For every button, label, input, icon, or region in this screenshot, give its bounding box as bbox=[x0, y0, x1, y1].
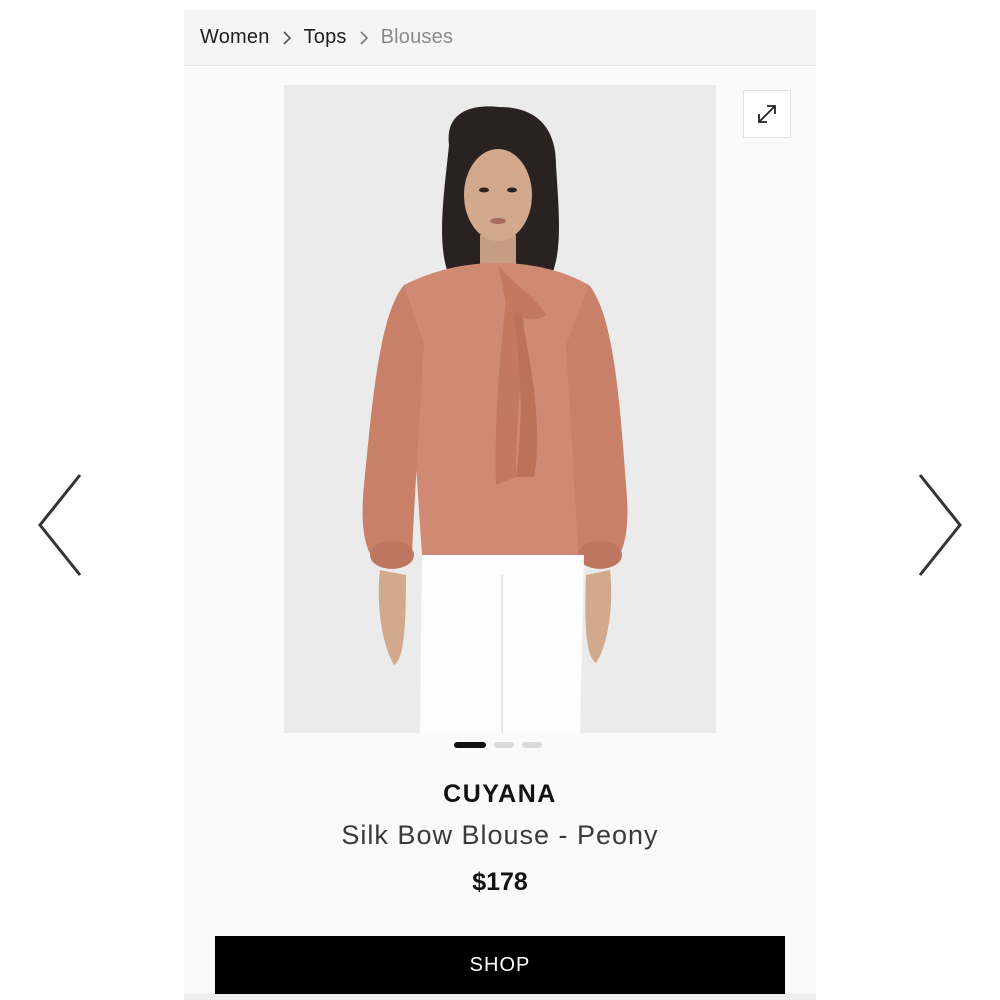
model-illustration bbox=[284, 85, 716, 733]
product-brand: CUYANA bbox=[443, 780, 557, 808]
expand-image-button[interactable] bbox=[743, 90, 791, 138]
carousel-dot-2[interactable] bbox=[494, 742, 514, 748]
chevron-right-icon bbox=[918, 474, 962, 576]
breadcrumb-item-blouses: Blouses bbox=[380, 26, 454, 48]
chevron-right-icon bbox=[282, 30, 291, 45]
bottom-divider bbox=[184, 994, 816, 1000]
carousel-dot-3[interactable] bbox=[522, 742, 542, 748]
breadcrumb: Women Tops Blouses bbox=[184, 10, 816, 66]
product-page: Women Tops Blouses CUYANA Silk Bow Blous… bbox=[0, 0, 1000, 1000]
previous-image-button[interactable] bbox=[30, 470, 90, 580]
carousel-dot-1[interactable] bbox=[454, 742, 486, 748]
carousel-pagination bbox=[454, 742, 542, 748]
breadcrumb-item-women[interactable]: Women bbox=[200, 26, 270, 49]
product-price: $178 bbox=[472, 868, 528, 896]
product-image[interactable] bbox=[284, 85, 716, 733]
expand-diagonal-icon bbox=[758, 105, 776, 123]
chevron-left-icon bbox=[38, 474, 82, 576]
product-name: Silk Bow Blouse - Peony bbox=[341, 820, 659, 850]
chevron-right-icon bbox=[360, 30, 368, 45]
breadcrumb-item-tops[interactable]: Tops bbox=[304, 26, 347, 49]
shop-button[interactable]: SHOP bbox=[215, 936, 785, 994]
next-image-button[interactable] bbox=[910, 470, 970, 580]
